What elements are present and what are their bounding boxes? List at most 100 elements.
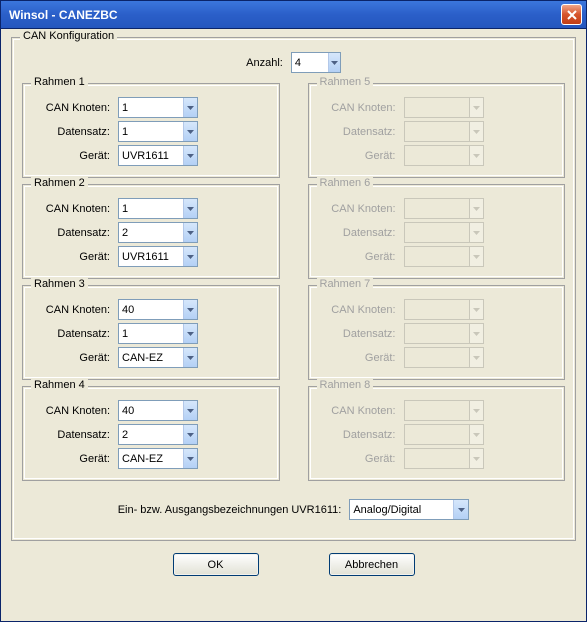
knoten-input[interactable] xyxy=(119,401,183,420)
knoten-row: CAN Knoten: xyxy=(33,299,269,320)
geraet-combo[interactable] xyxy=(118,347,198,368)
knoten-label: CAN Knoten: xyxy=(319,405,404,417)
anzahl-input[interactable] xyxy=(292,53,328,72)
cancel-button[interactable]: Abbrechen xyxy=(329,553,415,576)
frame-8-group: Rahmen 8CAN Knoten:Datensatz:Gerät: xyxy=(308,386,566,481)
knoten-label: CAN Knoten: xyxy=(319,203,404,215)
knoten-row: CAN Knoten: xyxy=(319,97,555,118)
geraet-input[interactable] xyxy=(119,449,183,468)
chevron-down-icon[interactable] xyxy=(183,324,197,343)
geraet-input xyxy=(405,449,469,468)
knoten-row: CAN Knoten: xyxy=(319,400,555,421)
frame-8-legend: Rahmen 8 xyxy=(317,379,374,391)
knoten-combo xyxy=(404,97,484,118)
io-input[interactable] xyxy=(350,500,453,519)
datensatz-row: Datensatz: xyxy=(319,222,555,243)
chevron-down-icon[interactable] xyxy=(183,122,197,141)
frame-1-group: Rahmen 1CAN Knoten:Datensatz:Gerät: xyxy=(22,83,280,178)
knoten-input[interactable] xyxy=(119,300,183,319)
datensatz-combo[interactable] xyxy=(118,222,198,243)
datensatz-label: Datensatz: xyxy=(33,126,118,138)
datensatz-combo xyxy=(404,121,484,142)
knoten-row: CAN Knoten: xyxy=(319,299,555,320)
geraet-label: Gerät: xyxy=(33,150,118,162)
knoten-combo[interactable] xyxy=(118,97,198,118)
geraet-input[interactable] xyxy=(119,348,183,367)
datensatz-combo xyxy=(404,222,484,243)
datensatz-input[interactable] xyxy=(119,223,183,242)
can-config-group: CAN Konfiguration Anzahl: Rahmen 1CAN Kn… xyxy=(11,37,576,541)
datensatz-input[interactable] xyxy=(119,122,183,141)
dialog-window: Winsol - CANEZBC CAN Konfiguration Anzah… xyxy=(0,0,587,622)
chevron-down-icon xyxy=(469,199,483,218)
frame-4-legend: Rahmen 4 xyxy=(31,379,88,391)
geraet-combo[interactable] xyxy=(118,145,198,166)
chevron-down-icon[interactable] xyxy=(183,98,197,117)
chevron-down-icon[interactable] xyxy=(328,53,340,72)
ok-button[interactable]: OK xyxy=(173,553,259,576)
geraet-row: Gerät: xyxy=(319,448,555,469)
anzahl-row: Anzahl: xyxy=(22,52,565,73)
datensatz-label: Datensatz: xyxy=(319,429,404,441)
chevron-down-icon[interactable] xyxy=(183,247,197,266)
frame-1-legend: Rahmen 1 xyxy=(31,76,88,88)
geraet-label: Gerät: xyxy=(319,352,404,364)
geraet-input[interactable] xyxy=(119,247,183,266)
chevron-down-icon xyxy=(469,324,483,343)
knoten-input[interactable] xyxy=(119,199,183,218)
geraet-combo xyxy=(404,347,484,368)
geraet-label: Gerät: xyxy=(33,251,118,263)
content-area: CAN Konfiguration Anzahl: Rahmen 1 CAN Kn… xyxy=(1,29,586,584)
can-config-legend: CAN Konfiguration xyxy=(20,30,117,42)
chevron-down-icon[interactable] xyxy=(183,348,197,367)
geraet-combo xyxy=(404,145,484,166)
datensatz-combo[interactable] xyxy=(118,424,198,445)
chevron-down-icon xyxy=(469,223,483,242)
knoten-label: CAN Knoten: xyxy=(33,102,118,114)
geraet-row: Gerät: xyxy=(33,145,269,166)
knoten-combo[interactable] xyxy=(118,400,198,421)
datensatz-combo[interactable] xyxy=(118,121,198,142)
datensatz-row: Datensatz: xyxy=(319,424,555,445)
chevron-down-icon xyxy=(469,348,483,367)
datensatz-row: Datensatz: xyxy=(33,121,269,142)
knoten-row: CAN Knoten: xyxy=(33,97,269,118)
geraet-row: Gerät: xyxy=(319,145,555,166)
io-combo[interactable] xyxy=(349,499,469,520)
frames-right-col: Rahmen 5CAN Knoten:Datensatz:Gerät:Rahme… xyxy=(308,83,566,487)
titlebar: Winsol - CANEZBC xyxy=(1,1,586,29)
datensatz-combo xyxy=(404,424,484,445)
chevron-down-icon[interactable] xyxy=(183,300,197,319)
knoten-combo[interactable] xyxy=(118,198,198,219)
close-icon xyxy=(567,10,577,20)
datensatz-row: Datensatz: xyxy=(33,424,269,445)
datensatz-combo xyxy=(404,323,484,344)
datensatz-label: Datensatz: xyxy=(319,126,404,138)
knoten-combo[interactable] xyxy=(118,299,198,320)
geraet-combo[interactable] xyxy=(118,448,198,469)
chevron-down-icon[interactable] xyxy=(183,401,197,420)
chevron-down-icon[interactable] xyxy=(183,199,197,218)
knoten-input[interactable] xyxy=(119,98,183,117)
geraet-row: Gerät: xyxy=(33,347,269,368)
chevron-down-icon[interactable] xyxy=(183,146,197,165)
close-button[interactable] xyxy=(561,4,582,25)
chevron-down-icon[interactable] xyxy=(183,425,197,444)
knoten-label: CAN Knoten: xyxy=(33,203,118,215)
chevron-down-icon[interactable] xyxy=(183,449,197,468)
datensatz-input[interactable] xyxy=(119,324,183,343)
datensatz-input[interactable] xyxy=(119,425,183,444)
anzahl-combo[interactable] xyxy=(291,52,341,73)
knoten-label: CAN Knoten: xyxy=(33,405,118,417)
geraet-combo[interactable] xyxy=(118,246,198,267)
frames-left-col: Rahmen 1CAN Knoten:Datensatz:Gerät:Rahme… xyxy=(22,83,280,487)
geraet-combo xyxy=(404,448,484,469)
chevron-down-icon xyxy=(469,425,483,444)
geraet-input[interactable] xyxy=(119,146,183,165)
chevron-down-icon xyxy=(469,449,483,468)
chevron-down-icon[interactable] xyxy=(453,500,468,519)
datensatz-row: Datensatz: xyxy=(319,323,555,344)
chevron-down-icon[interactable] xyxy=(183,223,197,242)
knoten-input xyxy=(405,199,469,218)
datensatz-combo[interactable] xyxy=(118,323,198,344)
